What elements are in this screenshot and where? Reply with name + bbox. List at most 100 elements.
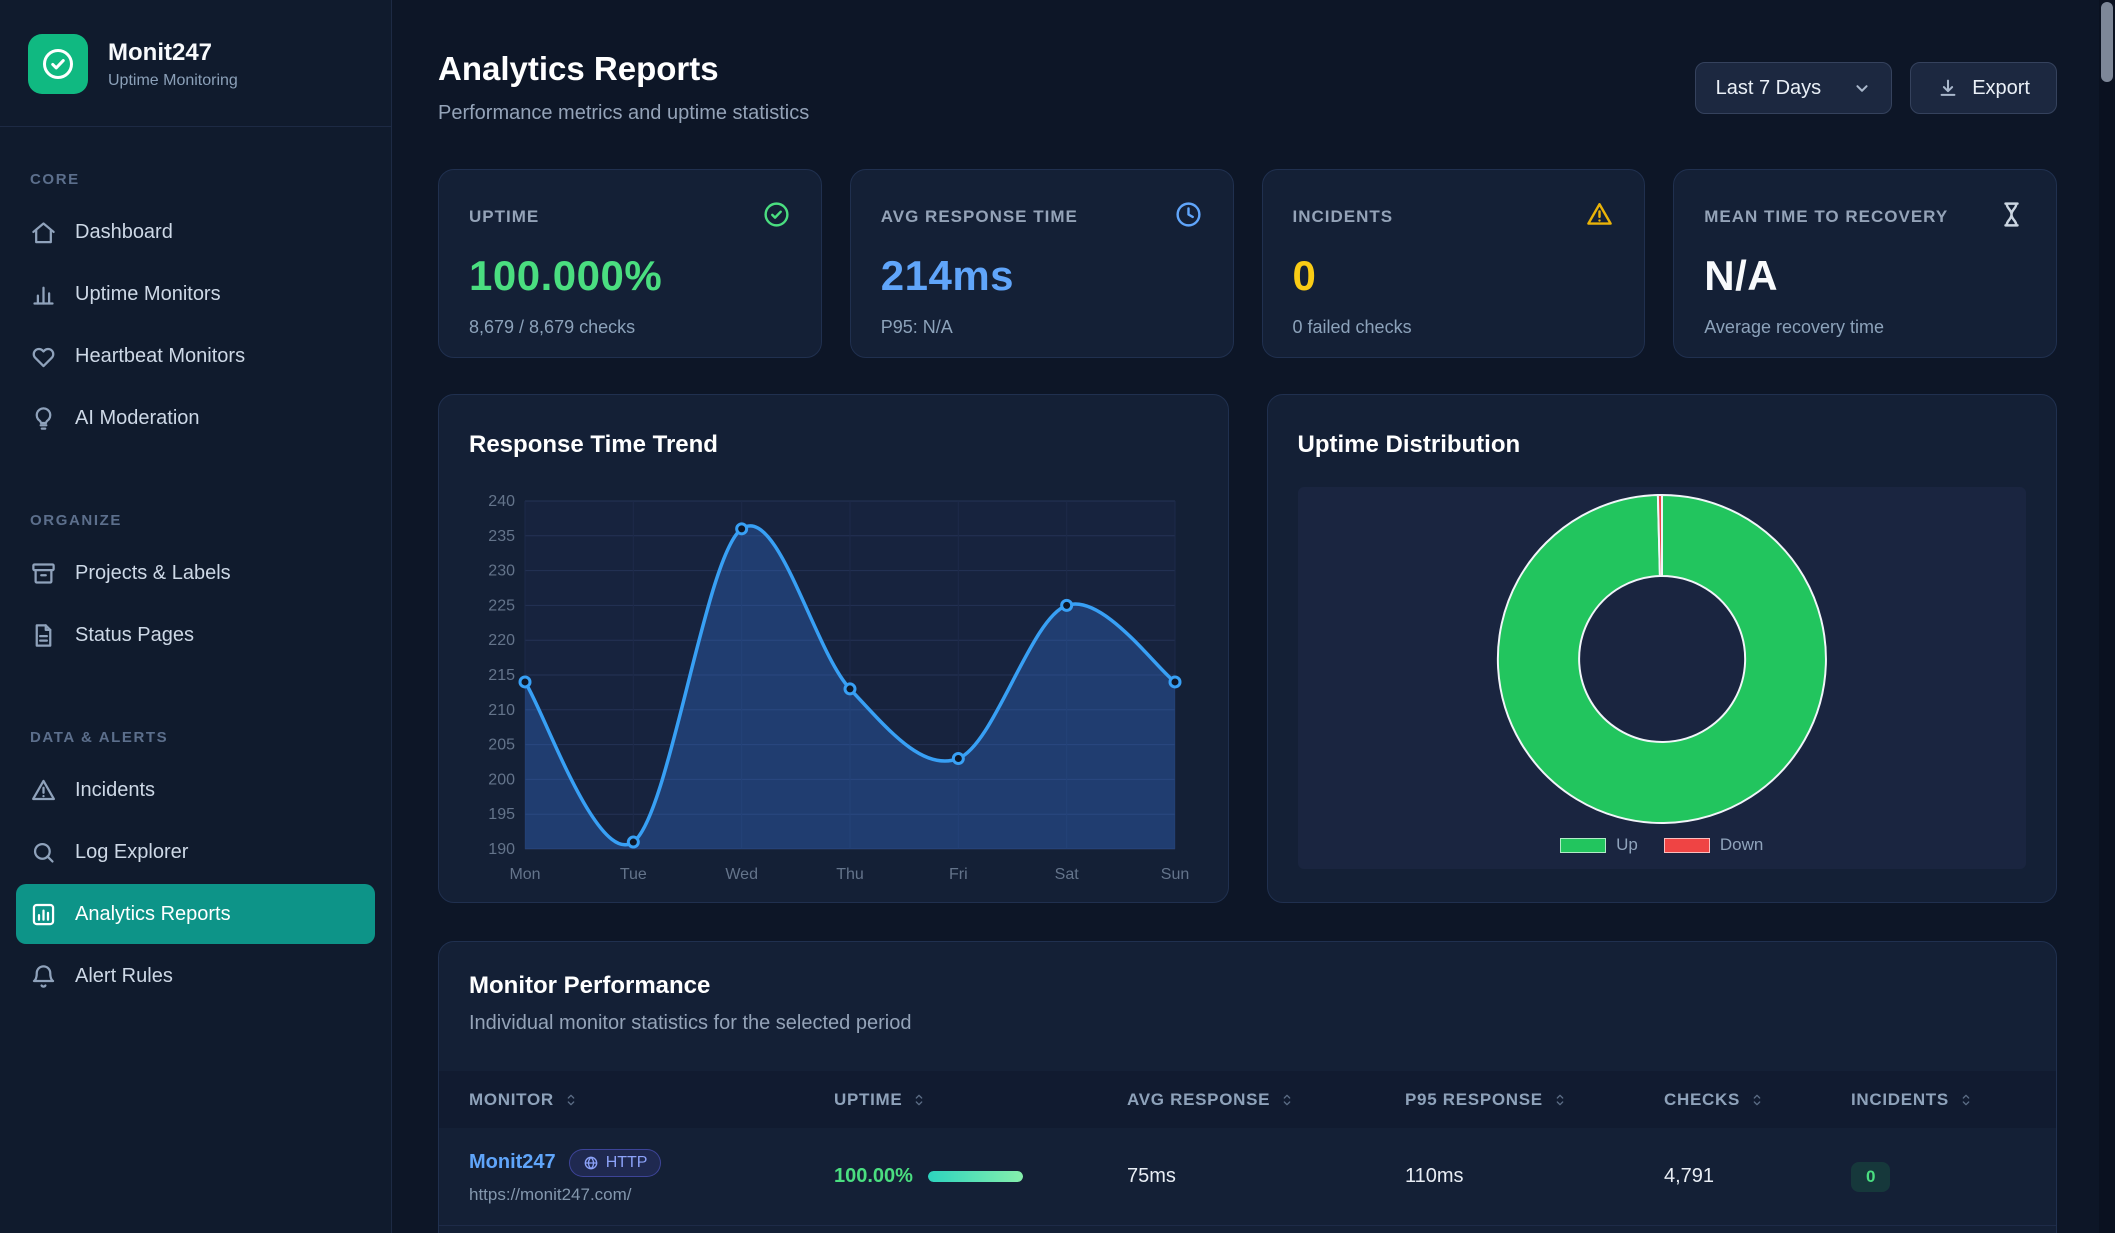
- nav-section-organize: ORGANIZE Projects & Labels Status Pages: [0, 512, 391, 665]
- uptime-value: 100.00%: [834, 1165, 913, 1188]
- uptime-progress-bar: [928, 1171, 1023, 1182]
- sidebar-item-projects-labels[interactable]: Projects & Labels: [16, 543, 375, 603]
- legend-item-down[interactable]: Down: [1664, 835, 1763, 855]
- column-header-checks[interactable]: CHECKS: [1664, 1090, 1851, 1110]
- column-header-monitor[interactable]: MONITOR: [469, 1090, 834, 1110]
- chart-title-response-time: Response Time Trend: [469, 431, 1198, 459]
- avg-response-cell: 75ms: [1127, 1165, 1405, 1188]
- incidents-cell: 0: [1851, 1162, 2056, 1192]
- sidebar-item-status-pages[interactable]: Status Pages: [16, 605, 375, 665]
- legend-item-up[interactable]: Up: [1560, 835, 1638, 855]
- incidents-badge: 0: [1851, 1162, 1890, 1192]
- brand: Monit247 Uptime Monitoring: [0, 0, 391, 127]
- heart-icon: [30, 343, 57, 370]
- stat-card-avg-response-time: AVG RESPONSE TIME 214ms P95: N/A: [850, 169, 1234, 358]
- sidebar-item-heartbeat-monitors[interactable]: Heartbeat Monitors: [16, 326, 375, 386]
- svg-text:230: 230: [488, 563, 515, 580]
- stat-value: 100.000%: [469, 252, 791, 300]
- clock-icon: [1174, 200, 1203, 229]
- svg-text:190: 190: [488, 841, 515, 858]
- sidebar-item-dashboard[interactable]: Dashboard: [16, 202, 375, 262]
- table-row-monit247[interactable]: Monit247HTTPhttps://monit247.com/100.00%…: [439, 1128, 2056, 1226]
- sidebar-item-analytics-reports[interactable]: Analytics Reports: [16, 884, 375, 944]
- stat-value: 214ms: [881, 252, 1203, 300]
- stats-row: UPTIME 100.000% 8,679 / 8,679 checks AVG RE…: [438, 169, 2057, 358]
- sort-icon: [1552, 1092, 1568, 1108]
- main-content: Analytics Reports Performance metrics an…: [392, 0, 2115, 1233]
- p95-response-cell: 110ms: [1405, 1165, 1664, 1188]
- sidebar-item-log-explorer[interactable]: Log Explorer: [16, 822, 375, 882]
- globe-icon: [583, 1155, 599, 1171]
- download-icon: [1937, 77, 1959, 99]
- date-range-value: Last 7 Days: [1716, 77, 1822, 100]
- sidebar-item-label: AI Moderation: [75, 407, 200, 430]
- table-title: Monitor Performance: [469, 972, 2026, 1000]
- legend-swatch: [1560, 838, 1606, 853]
- sidebar-item-label: Incidents: [75, 779, 155, 802]
- file-text-icon: [30, 622, 57, 649]
- donut-legend: Up Down: [1560, 835, 1763, 855]
- column-header-incidents[interactable]: INCIDENTS: [1851, 1090, 2056, 1110]
- page-scrollbar: [2099, 0, 2115, 1233]
- stat-subtext: 8,679 / 8,679 checks: [469, 317, 791, 338]
- nav-section-label: ORGANIZE: [16, 512, 375, 529]
- svg-text:Thu: Thu: [836, 866, 864, 883]
- sidebar-item-ai-moderation[interactable]: AI Moderation: [16, 388, 375, 448]
- chart-title-uptime-distribution: Uptime Distribution: [1298, 431, 2027, 459]
- page-subtitle: Performance metrics and uptime statistic…: [438, 102, 809, 125]
- nav-section-label: CORE: [16, 171, 375, 188]
- scrollbar-thumb[interactable]: [2101, 2, 2113, 82]
- svg-text:205: 205: [488, 737, 515, 754]
- bell-icon: [30, 963, 57, 990]
- analytics-icon: [30, 901, 57, 928]
- sidebar-item-label: Heartbeat Monitors: [75, 345, 245, 368]
- stat-label: AVG RESPONSE TIME: [881, 207, 1078, 227]
- search-icon: [30, 839, 57, 866]
- header-actions: Last 7 Days Export: [1695, 62, 2057, 114]
- svg-text:225: 225: [488, 597, 515, 614]
- svg-text:195: 195: [488, 806, 515, 823]
- sidebar-item-label: Status Pages: [75, 624, 194, 647]
- legend-label: Up: [1616, 835, 1638, 855]
- page-title: Analytics Reports: [438, 50, 809, 88]
- sidebar-item-label: Uptime Monitors: [75, 283, 221, 306]
- nav-section-core: CORE Dashboard Uptime Monitors Heartbeat Mo…: [0, 171, 391, 448]
- svg-text:Wed: Wed: [725, 866, 758, 883]
- uptime-distribution-card: Uptime Distribution Up Down: [1267, 394, 2058, 903]
- stat-subtext: P95: N/A: [881, 317, 1203, 338]
- sidebar-item-alert-rules[interactable]: Alert Rules: [16, 946, 375, 1006]
- legend-swatch: [1664, 838, 1710, 853]
- app-root: Monit247 Uptime Monitoring CORE Dashboard…: [0, 0, 2115, 1233]
- column-header-uptime[interactable]: UPTIME: [834, 1090, 1127, 1110]
- stat-value: N/A: [1704, 252, 2026, 300]
- svg-text:235: 235: [488, 528, 515, 545]
- column-header-p95-response[interactable]: P95 RESPONSE: [1405, 1090, 1664, 1110]
- stat-label: INCIDENTS: [1293, 207, 1394, 227]
- svg-text:220: 220: [488, 632, 515, 649]
- monitor-url: https://monit247.com/: [469, 1185, 834, 1205]
- charts-row: Response Time Trend 19019520020521021522…: [438, 394, 2057, 903]
- table-subtitle: Individual monitor statistics for the se…: [469, 1012, 2026, 1035]
- export-button[interactable]: Export: [1910, 62, 2057, 114]
- column-header-avg-response[interactable]: AVG RESPONSE: [1127, 1090, 1405, 1110]
- archive-icon: [30, 560, 57, 587]
- alert-triangle-icon: [30, 777, 57, 804]
- legend-label: Down: [1720, 835, 1763, 855]
- sidebar-item-incidents[interactable]: Incidents: [16, 760, 375, 820]
- svg-text:200: 200: [488, 771, 515, 788]
- stat-label: UPTIME: [469, 207, 539, 227]
- sidebar-item-uptime-monitors[interactable]: Uptime Monitors: [16, 264, 375, 324]
- table-header-row: MONITORUPTIMEAVG RESPONSEP95 RESPONSECHE…: [439, 1071, 2056, 1128]
- stat-label: MEAN TIME TO RECOVERY: [1704, 207, 1948, 227]
- sidebar: Monit247 Uptime Monitoring CORE Dashboard…: [0, 0, 392, 1233]
- monitor-link[interactable]: Monit247: [469, 1151, 556, 1174]
- uptime-cell: 100.00%: [834, 1165, 1127, 1188]
- page-header: Analytics Reports Performance metrics an…: [438, 50, 2057, 125]
- sort-icon: [911, 1092, 927, 1108]
- check-circle-icon: [762, 200, 791, 229]
- stat-subtext: Average recovery time: [1704, 317, 2026, 338]
- date-range-select[interactable]: Last 7 Days: [1695, 62, 1893, 114]
- bar-chart-icon: [30, 281, 57, 308]
- brand-name: Monit247: [108, 39, 238, 67]
- home-icon: [30, 219, 57, 246]
